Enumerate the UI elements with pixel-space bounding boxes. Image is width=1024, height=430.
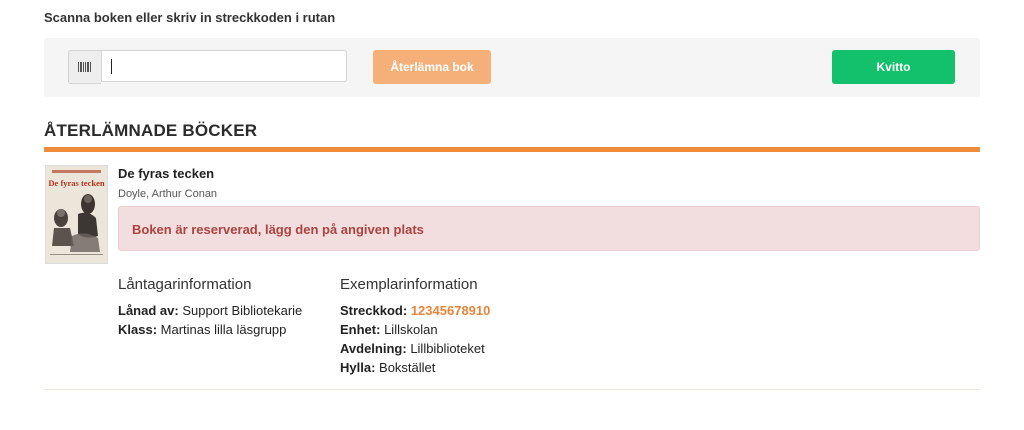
book-title[interactable]: De fyras tecken [118, 166, 214, 181]
barcode-label: Streckkod: [340, 303, 408, 318]
book-cover: De fyras tecken [45, 165, 108, 264]
item-divider [44, 389, 980, 390]
copy-info-heading: Exemplarinformation [340, 276, 478, 293]
class-value: Martinas lilla läsgrupp [160, 322, 287, 337]
barcode-icon [68, 50, 101, 84]
alert-message: Boken är reserverad, lägg den på angiven… [132, 222, 424, 237]
cover-title-text: De fyras tecken [48, 178, 104, 188]
barcode-link[interactable]: 12345678910 [411, 303, 491, 318]
department-row: Avdelning: Lillbiblioteket [340, 341, 485, 356]
shelf-row: Hylla: Bokstället [340, 360, 435, 375]
unit-value: Lillskolan [384, 322, 438, 337]
text-caret [111, 59, 112, 74]
borrowed-by-row: Lånad av: Support Bibliotekarie [118, 303, 302, 318]
unit-row: Enhet: Lillskolan [340, 322, 438, 337]
barcode-input[interactable] [101, 50, 347, 82]
return-book-button[interactable]: Återlämna bok [373, 50, 491, 84]
borrowed-by-value: Support Bibliotekarie [182, 303, 303, 318]
barcode-row: Streckkod: 12345678910 [340, 303, 490, 318]
borrowed-by-label: Lånad av: [118, 303, 179, 318]
scan-panel: Återlämna bok Kvitto [44, 38, 980, 97]
section-divider [44, 147, 980, 152]
returned-books-heading: ÅTERLÄMNADE BÖCKER [44, 121, 258, 140]
scan-instruction: Scanna boken eller skriv in streckkoden … [44, 10, 336, 25]
class-label: Klass: [118, 322, 158, 337]
receipt-button[interactable]: Kvitto [832, 50, 955, 84]
borrower-info-heading: Låntagarinformation [118, 276, 252, 293]
book-author: Doyle, Arthur Conan [118, 188, 218, 200]
shelf-label: Hylla: [340, 360, 376, 375]
unit-label: Enhet: [340, 322, 381, 337]
department-label: Avdelning: [340, 341, 407, 356]
shelf-value: Bokstället [379, 360, 436, 375]
class-row: Klass: Martinas lilla läsgrupp [118, 322, 286, 337]
reservation-alert: Boken är reserverad, lägg den på angiven… [118, 206, 980, 251]
department-value: Lillbiblioteket [410, 341, 485, 356]
